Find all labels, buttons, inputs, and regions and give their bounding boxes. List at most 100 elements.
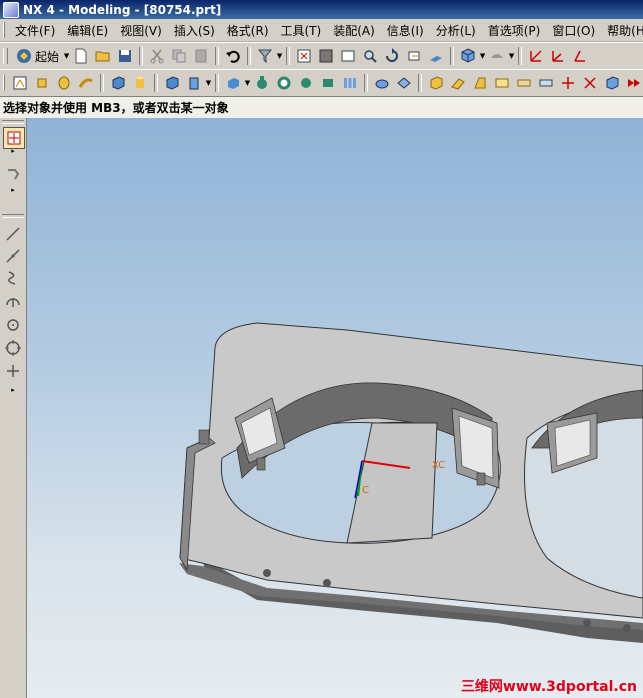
menu-assemblies[interactable]: 装配(A) bbox=[327, 22, 381, 39]
menu-format[interactable]: 格式(R) bbox=[221, 22, 275, 39]
new-file-button[interactable] bbox=[71, 46, 91, 66]
watermark: 三维网www.3dportal.cn bbox=[460, 679, 637, 695]
menu-tools[interactable]: 工具(T) bbox=[275, 22, 328, 39]
filter-dropdown[interactable]: ▼ bbox=[276, 46, 283, 66]
wcs-button[interactable] bbox=[526, 46, 546, 66]
select-dropdown[interactable]: ▸ bbox=[8, 147, 18, 155]
datum-button[interactable] bbox=[558, 73, 578, 93]
boolean-dropdown[interactable]: ▼ bbox=[244, 73, 251, 93]
shaded-button[interactable] bbox=[316, 46, 336, 66]
subtract-icon bbox=[257, 76, 267, 89]
scale-button[interactable] bbox=[514, 73, 534, 93]
chamfer-button[interactable] bbox=[394, 73, 414, 93]
toolbar-separator bbox=[418, 74, 422, 92]
render-style-button[interactable] bbox=[487, 46, 507, 66]
draft-button[interactable] bbox=[470, 73, 490, 93]
feature-toolbar: ▼ ▼ bbox=[0, 69, 643, 97]
menu-information[interactable]: 信息(I) bbox=[381, 22, 430, 39]
hole-button[interactable] bbox=[162, 73, 182, 93]
folder-open-icon bbox=[95, 51, 110, 62]
trim-button[interactable] bbox=[296, 73, 316, 93]
boss-button[interactable] bbox=[184, 73, 204, 93]
edit-feature-button[interactable] bbox=[602, 73, 622, 93]
feature-dropdown[interactable]: ▼ bbox=[205, 73, 212, 93]
menu-edit[interactable]: 编辑(E) bbox=[61, 22, 114, 39]
revolve-button[interactable] bbox=[54, 73, 74, 93]
circle-button[interactable] bbox=[3, 338, 23, 358]
sketch-button[interactable] bbox=[10, 73, 30, 93]
intersect-button[interactable] bbox=[274, 73, 294, 93]
cube-icon bbox=[461, 48, 475, 63]
subtract-button[interactable] bbox=[252, 73, 272, 93]
start-button[interactable]: 起始 bbox=[12, 46, 63, 66]
snap-dropdown[interactable]: ▸ bbox=[8, 186, 18, 194]
pattern-button[interactable] bbox=[340, 73, 360, 93]
zoom-window-icon bbox=[341, 50, 355, 62]
sketch-icon bbox=[13, 76, 27, 90]
line-button[interactable] bbox=[3, 224, 23, 244]
curve-dropdown[interactable]: ▸ bbox=[8, 386, 18, 394]
zoom-button[interactable] bbox=[360, 46, 380, 66]
toolbar-grip[interactable] bbox=[3, 48, 8, 64]
menu-grip[interactable] bbox=[3, 22, 5, 38]
open-file-button[interactable] bbox=[93, 46, 113, 66]
sweep-button[interactable] bbox=[76, 73, 96, 93]
zoom-window-button[interactable] bbox=[338, 46, 358, 66]
toolbar-separator bbox=[215, 47, 220, 65]
polyline-button[interactable] bbox=[3, 246, 23, 266]
snap-point-button[interactable] bbox=[3, 164, 23, 184]
left-toolbar-separator bbox=[2, 214, 24, 218]
offset-face-button[interactable] bbox=[448, 73, 468, 93]
menu-insert[interactable]: 插入(S) bbox=[168, 22, 221, 39]
pin-1 bbox=[263, 569, 271, 577]
start-dropdown[interactable]: ▼ bbox=[63, 46, 70, 66]
point-button[interactable] bbox=[580, 73, 600, 93]
thicken-button[interactable] bbox=[492, 73, 512, 93]
menu-preferences[interactable]: 首选项(P) bbox=[482, 22, 547, 39]
wcs-origin-button[interactable] bbox=[548, 46, 568, 66]
perspective-button[interactable] bbox=[426, 46, 446, 66]
save-button[interactable] bbox=[115, 46, 135, 66]
tab-1 bbox=[198, 429, 210, 445]
pan-icon bbox=[408, 51, 420, 61]
fit-button[interactable] bbox=[294, 46, 314, 66]
menu-analysis[interactable]: 分析(L) bbox=[430, 22, 482, 39]
wcs-rotate-button[interactable] bbox=[570, 46, 590, 66]
paste-icon bbox=[195, 49, 207, 63]
blend-button[interactable] bbox=[372, 73, 392, 93]
unite-icon bbox=[228, 78, 239, 89]
pan-button[interactable] bbox=[404, 46, 424, 66]
undo-button[interactable] bbox=[223, 46, 243, 66]
view-orient-button[interactable] bbox=[458, 46, 478, 66]
rotate-button[interactable] bbox=[382, 46, 402, 66]
shell-button[interactable] bbox=[426, 73, 446, 93]
unite-button[interactable] bbox=[223, 73, 243, 93]
toolbar-grip[interactable] bbox=[3, 75, 5, 91]
menu-file[interactable]: 文件(F) bbox=[9, 22, 61, 39]
paste-button[interactable] bbox=[191, 46, 211, 66]
start-icon bbox=[17, 49, 31, 63]
menu-view[interactable]: 视图(V) bbox=[114, 22, 168, 39]
copy-button[interactable] bbox=[169, 46, 189, 66]
selection-filter-button[interactable] bbox=[255, 46, 275, 66]
point-create-button[interactable] bbox=[3, 361, 23, 381]
extrude-button[interactable] bbox=[32, 73, 52, 93]
cylinder-button[interactable] bbox=[130, 73, 150, 93]
graphics-viewport[interactable]: XC C 三维网www.3dportal.cn bbox=[27, 118, 643, 698]
split-button[interactable] bbox=[318, 73, 338, 93]
chamfer-icon bbox=[397, 77, 411, 89]
spline-button[interactable] bbox=[3, 268, 23, 288]
pattern-icon bbox=[344, 78, 356, 88]
menu-help[interactable]: 帮助(H) bbox=[601, 22, 643, 39]
menu-window[interactable]: 窗口(O) bbox=[546, 22, 601, 39]
mirror-button[interactable] bbox=[536, 73, 556, 93]
cut-button[interactable] bbox=[147, 46, 167, 66]
left-toolbar-grip[interactable] bbox=[2, 120, 24, 124]
render-style-dropdown[interactable]: ▼ bbox=[508, 46, 515, 66]
feature-playback-button[interactable] bbox=[624, 73, 643, 93]
arc-button[interactable] bbox=[3, 291, 23, 311]
circle-center-button[interactable] bbox=[3, 315, 23, 335]
view-orient-dropdown[interactable]: ▼ bbox=[479, 46, 486, 66]
block-button[interactable] bbox=[108, 73, 128, 93]
select-button[interactable] bbox=[3, 127, 25, 149]
